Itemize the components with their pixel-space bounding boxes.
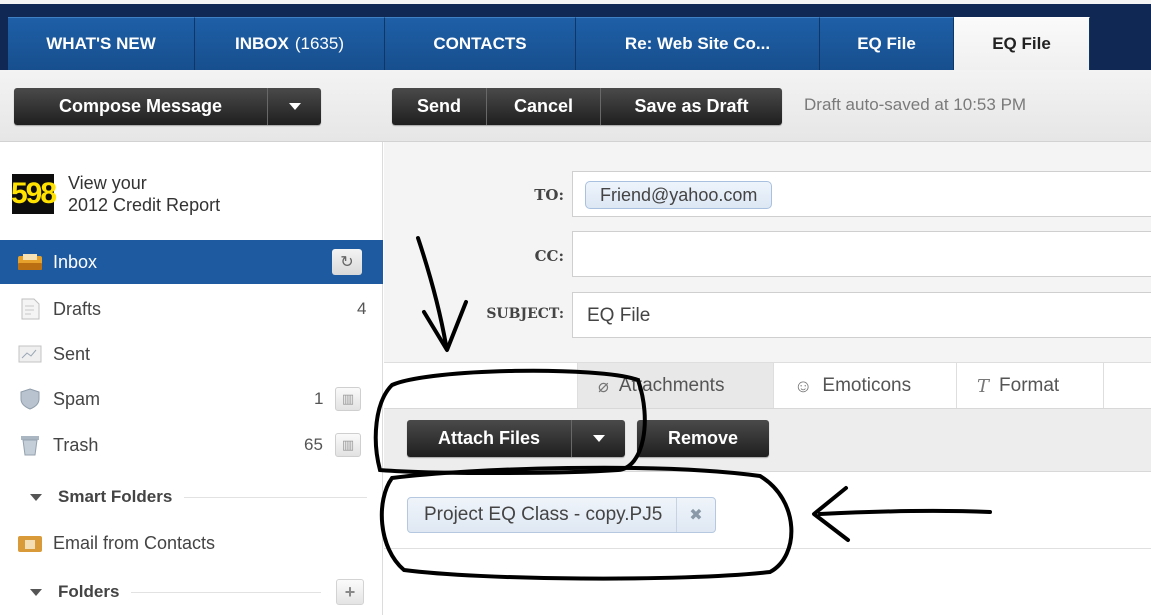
annotation-arrowhead-left: [812, 486, 850, 542]
drafts-count: 4: [357, 299, 367, 318]
recipient-chip[interactable]: Friend@yahoo.com: [585, 181, 773, 209]
attach-files-label[interactable]: Attach Files: [407, 420, 571, 457]
divider: [384, 548, 1151, 549]
tab-label: Re: Web Site Co...: [624, 34, 771, 53]
sidebar-item-email-from-contacts[interactable]: Email from Contacts: [0, 521, 383, 565]
format-icon: T: [977, 375, 990, 397]
to-label: TO:: [534, 186, 564, 204]
add-folder-button[interactable]: +: [336, 579, 364, 605]
subject-label: SUBJECT:: [486, 306, 564, 322]
tab-label: INBOX: [235, 34, 289, 53]
paperclip-icon: ⌀: [598, 375, 609, 396]
collapse-triangle-icon: [30, 588, 42, 596]
to-field[interactable]: Friend@yahoo.com: [572, 171, 1151, 217]
tab-attachments-label: Attachments: [618, 375, 725, 396]
credit-report-ad[interactable]: 598 View your 2012 Credit Report: [11, 164, 372, 224]
trash-count: 65: [304, 435, 323, 454]
sent-icon: [18, 345, 42, 363]
sidebar-item-spam[interactable]: Spam 1 ▥: [0, 377, 383, 421]
save-as-draft-button[interactable]: Save as Draft: [600, 88, 782, 125]
folders-label: Folders: [58, 582, 120, 601]
send-button[interactable]: Send: [392, 88, 486, 125]
sidebar-item-label: Sent: [53, 343, 91, 364]
tab-emoticons[interactable]: ☺ Emoticons: [774, 363, 957, 409]
tab-label: CONTACTS: [433, 34, 527, 53]
tab-format-label: Format: [999, 375, 1060, 396]
smart-folders-header[interactable]: Smart Folders: [0, 477, 383, 517]
cancel-button[interactable]: Cancel: [486, 88, 600, 125]
inbox-icon: [18, 254, 42, 270]
ad-line-2: 2012 Credit Report: [68, 195, 221, 215]
attached-file-chip[interactable]: Project EQ Class - copy.PJ5 ✖: [407, 497, 716, 533]
tab-emoticons-label: Emoticons: [822, 375, 912, 396]
compose-dropdown-button[interactable]: [267, 88, 321, 125]
divider: [131, 591, 321, 593]
remove-attachment-icon[interactable]: ✖: [676, 498, 714, 532]
sidebar-item-label: Email from Contacts: [53, 532, 216, 553]
refresh-icon[interactable]: ↻: [332, 249, 362, 275]
compose-message-button[interactable]: Compose Message: [14, 88, 321, 125]
tab-label: WHAT'S NEW: [46, 34, 156, 53]
sidebar-item-label: Inbox: [53, 251, 98, 272]
tab-attachments[interactable]: ⌀ Attachments: [577, 363, 774, 409]
tab-re-web-site[interactable]: Re: Web Site Co...: [576, 17, 820, 70]
ad-line-1: View your: [68, 173, 147, 193]
drafts-icon: [21, 298, 40, 320]
smiley-icon: ☺: [794, 375, 813, 396]
sidebar-item-inbox[interactable]: Inbox ↻: [0, 240, 383, 284]
trash-icon: [21, 436, 39, 456]
chevron-down-icon: [288, 103, 301, 110]
divider: [184, 496, 367, 498]
remove-label[interactable]: Remove: [637, 420, 769, 457]
subject-field[interactable]: EQ File: [572, 292, 1151, 338]
subject-value: EQ File: [587, 305, 651, 326]
tab-eq-file-1[interactable]: EQ File: [820, 17, 954, 70]
send-toolbar: Send Cancel Save as Draft: [392, 88, 782, 125]
smart-folders-label: Smart Folders: [58, 487, 173, 506]
cc-label: CC:: [534, 247, 564, 265]
contacts-folder-icon: [18, 536, 42, 552]
cc-field[interactable]: [572, 231, 1151, 277]
tab-contacts[interactable]: CONTACTS: [385, 17, 576, 70]
ad-text: View your 2012 Credit Report: [68, 172, 220, 216]
attached-file-name: Project EQ Class - copy.PJ5: [424, 504, 663, 525]
compose-message-label[interactable]: Compose Message: [14, 88, 267, 125]
remove-button[interactable]: Remove: [637, 420, 769, 457]
sidebar-item-sent[interactable]: Sent: [0, 332, 383, 376]
autosave-status: Draft auto-saved at 10:53 PM: [804, 95, 1027, 114]
credit-score-badge: 598: [11, 174, 57, 214]
empty-trash-button[interactable]: ▥: [335, 433, 361, 457]
attach-files-button[interactable]: Attach Files: [407, 420, 625, 457]
tab-eq-file-active[interactable]: EQ File: [954, 17, 1090, 70]
collapse-triangle-icon: [30, 493, 42, 501]
sidebar-item-label: Spam: [53, 388, 101, 409]
spam-count: 1: [314, 389, 324, 408]
inbox-count: (1635): [294, 34, 344, 53]
compose-options-tabs: ⌀ Attachments ☺ Emoticons T Format: [384, 362, 1151, 409]
attach-dropdown-button[interactable]: [571, 420, 625, 457]
annotation-arrow-left: [818, 508, 992, 516]
folders-header[interactable]: Folders +: [0, 572, 383, 612]
tab-label: EQ File: [857, 34, 916, 53]
empty-spam-button[interactable]: ▥: [335, 387, 361, 411]
sidebar-item-label: Drafts: [53, 298, 102, 319]
sidebar-item-trash[interactable]: Trash 65 ▥: [0, 423, 383, 467]
tab-inbox[interactable]: INBOX (1635): [195, 17, 385, 70]
sidebar-item-label: Trash: [53, 434, 99, 455]
spam-shield-icon: [20, 388, 40, 410]
sidebar-item-drafts[interactable]: Drafts 4: [0, 287, 383, 331]
tabs: WHAT'S NEW INBOX (1635) CONTACTS Re: Web …: [8, 17, 1090, 70]
tab-label: EQ File: [992, 34, 1051, 53]
tab-whats-new[interactable]: WHAT'S NEW: [8, 17, 195, 70]
tab-format[interactable]: T Format: [957, 363, 1104, 409]
chevron-down-icon: [592, 435, 605, 442]
